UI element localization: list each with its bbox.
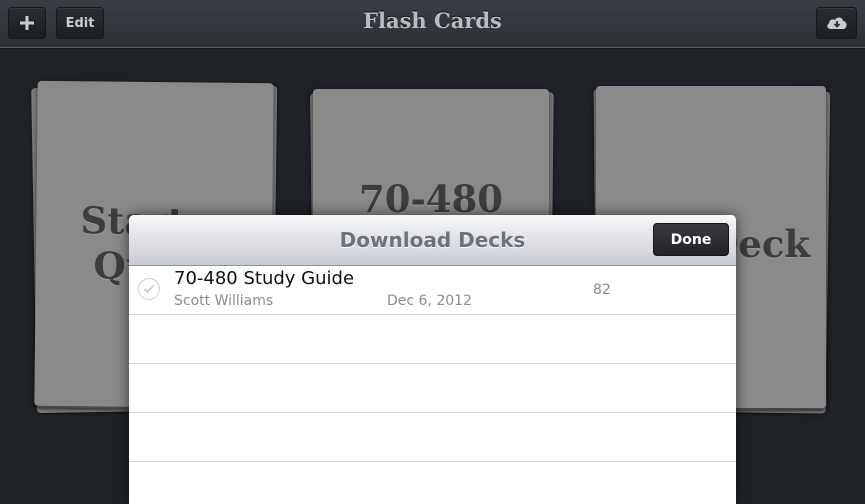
empty-row — [129, 413, 736, 462]
empty-row — [129, 315, 736, 364]
deck-name: 70-480 Study Guide — [174, 268, 355, 289]
modal-title: Download Decks — [339, 228, 526, 252]
empty-row — [129, 462, 736, 504]
top-toolbar: Edit Flash Cards — [0, 0, 865, 48]
done-button[interactable]: Done — [653, 223, 729, 256]
checkmark-icon[interactable] — [138, 278, 160, 300]
modal-header: Download Decks Done — [129, 215, 736, 266]
deck-date: Dec 6, 2012 — [387, 293, 472, 309]
cloud-download-icon — [826, 17, 847, 29]
deck-card-count: 82 — [593, 282, 611, 298]
deck-download-row[interactable]: 70-480 Study Guide Scott Williams Dec 6,… — [129, 266, 736, 315]
empty-row — [129, 364, 736, 413]
app-title: Flash Cards — [363, 8, 502, 33]
deck-author: Scott Williams — [174, 293, 274, 309]
download-decks-modal: Download Decks Done 70-480 Study Guide S… — [129, 215, 736, 504]
download-decks-button[interactable] — [816, 7, 857, 39]
checkmark-glyph-icon — [143, 284, 155, 294]
